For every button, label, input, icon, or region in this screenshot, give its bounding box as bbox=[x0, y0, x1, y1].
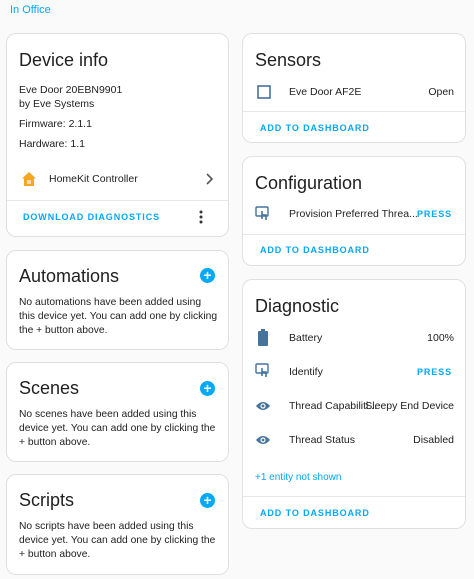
configuration-card: Configuration Provision Preferred Threa.… bbox=[242, 156, 466, 266]
device-model: Eve Door 20EBN9901 bbox=[19, 84, 123, 96]
sensors-add-to-dashboard-button[interactable]: ADD TO DASHBOARD bbox=[260, 123, 370, 133]
configuration-divider bbox=[243, 234, 465, 235]
chevron-right-icon bbox=[206, 173, 214, 185]
add-automation-button[interactable]: + bbox=[200, 268, 215, 283]
device-hardware: Hardware: 1.1 bbox=[19, 138, 85, 150]
hidden-entities-link[interactable]: +1 entity not shown bbox=[255, 472, 341, 483]
home-icon bbox=[22, 172, 36, 186]
diagnostic-card: Diagnostic Battery 100% Identify PRESS T… bbox=[242, 279, 466, 529]
add-script-button[interactable]: + bbox=[200, 493, 215, 508]
gesture-tap-icon bbox=[255, 206, 269, 220]
diagnostic-row-name: Thread Status bbox=[289, 434, 355, 446]
scenes-title: Scenes bbox=[19, 378, 80, 398]
more-vert-icon[interactable] bbox=[198, 210, 204, 224]
scenes-empty-message: No scenes have been added using this dev… bbox=[19, 409, 216, 448]
sensor-entity-state: Open bbox=[428, 86, 454, 98]
scenes-card: Scenes + No scenes have been added using… bbox=[6, 362, 229, 462]
scripts-empty-message: No scripts have been added using this de… bbox=[19, 521, 216, 560]
diagnostic-add-to-dashboard-button[interactable]: ADD TO DASHBOARD bbox=[260, 508, 370, 518]
diagnostic-row-value: Disabled bbox=[413, 434, 454, 446]
scripts-title: Scripts bbox=[19, 490, 75, 510]
diagnostic-row-battery[interactable]: Battery 100% bbox=[243, 326, 465, 350]
configuration-row[interactable]: Provision Preferred Threa... PRESS bbox=[243, 203, 465, 227]
integration-row[interactable]: HomeKit Controller bbox=[7, 164, 228, 194]
diagnostic-row-name: Identify bbox=[289, 366, 323, 378]
sensors-title: Sensors bbox=[255, 50, 322, 70]
configuration-press-button[interactable]: PRESS bbox=[417, 209, 452, 219]
diagnostic-divider bbox=[243, 496, 465, 497]
configuration-title: Configuration bbox=[255, 173, 363, 193]
scripts-card: Scripts + No scripts have been added usi… bbox=[6, 474, 229, 575]
diagnostic-row-name: Battery bbox=[289, 332, 323, 344]
device-info-card: Device info Eve Door 20EBN9901 by Eve Sy… bbox=[6, 33, 229, 237]
eye-icon bbox=[256, 436, 270, 444]
integration-label: HomeKit Controller bbox=[49, 173, 138, 185]
battery-icon bbox=[258, 329, 268, 346]
sensors-card: Sensors Eve Door AF2E Open ADD TO DASHBO… bbox=[242, 33, 466, 143]
eye-icon bbox=[256, 402, 270, 410]
diagnostic-row-value: 100% bbox=[427, 332, 454, 344]
configuration-add-to-dashboard-button[interactable]: ADD TO DASHBOARD bbox=[260, 245, 370, 255]
configuration-entity-name: Provision Preferred Threa... bbox=[289, 208, 418, 220]
automations-empty-message: No automations have been added using thi… bbox=[19, 297, 218, 336]
sensor-entity-name: Eve Door AF2E bbox=[289, 86, 362, 98]
diagnostic-title: Diagnostic bbox=[255, 296, 340, 316]
device-info-title: Device info bbox=[19, 50, 109, 70]
area-link[interactable]: In Office bbox=[10, 4, 51, 16]
sensors-divider bbox=[243, 111, 465, 112]
door-open-icon bbox=[257, 85, 271, 99]
device-firmware: Firmware: 2.1.1 bbox=[19, 118, 92, 130]
diagnostic-row-identify[interactable]: Identify PRESS bbox=[243, 360, 465, 384]
gesture-tap-icon bbox=[255, 363, 269, 377]
download-diagnostics-button[interactable]: DOWNLOAD DIAGNOSTICS bbox=[23, 212, 160, 222]
automations-card: Automations + No automations have been a… bbox=[6, 250, 229, 350]
device-info-divider bbox=[7, 200, 228, 201]
sensor-row[interactable]: Eve Door AF2E Open bbox=[243, 80, 465, 106]
diagnostic-row-name: Thread Capabiliti... bbox=[289, 400, 378, 412]
automations-title: Automations bbox=[19, 266, 120, 286]
diagnostic-row-value: Sleepy End Device bbox=[365, 400, 454, 412]
device-manufacturer: by Eve Systems bbox=[19, 98, 95, 110]
diagnostic-row-thread-status[interactable]: Thread Status Disabled bbox=[243, 428, 465, 452]
diagnostic-row-thread-capabilities[interactable]: Thread Capabiliti... Sleepy End Device bbox=[243, 394, 465, 418]
add-scene-button[interactable]: + bbox=[200, 381, 215, 396]
identify-press-button[interactable]: PRESS bbox=[417, 367, 452, 377]
